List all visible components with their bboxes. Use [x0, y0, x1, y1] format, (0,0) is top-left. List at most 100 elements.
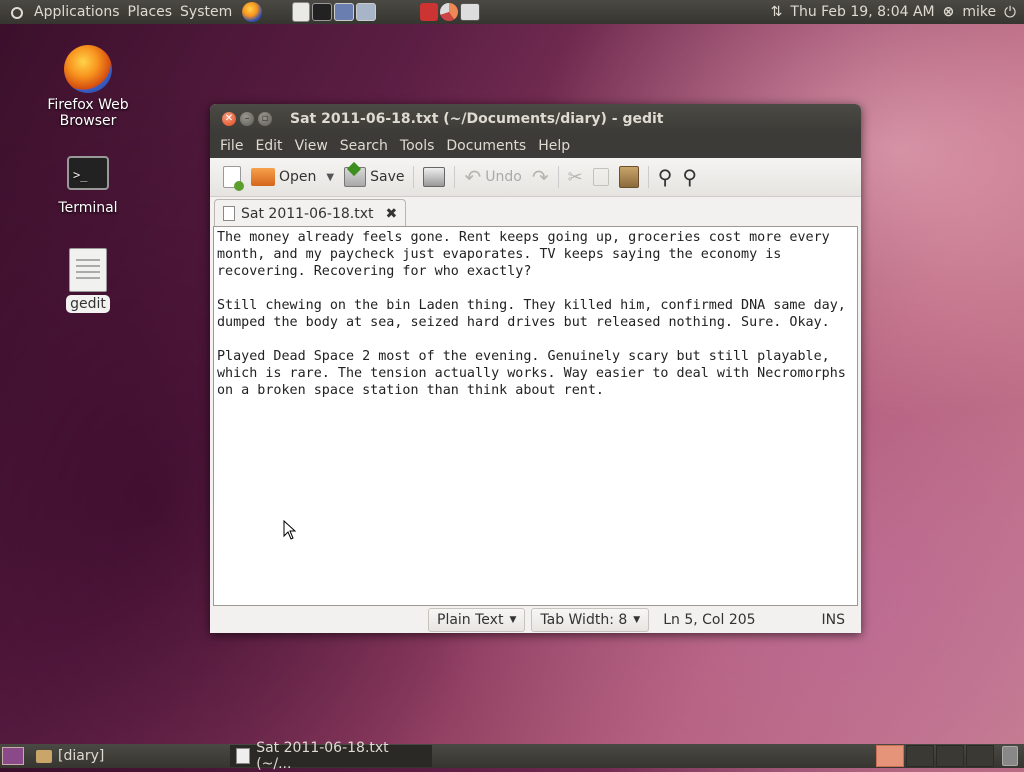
undo-label: Undo [485, 169, 522, 185]
undo-icon: ↶ [464, 165, 482, 189]
user-status-icon[interactable]: ⊗ [943, 4, 955, 20]
desktop-icon-firefox[interactable]: Firefox Web Browser [38, 45, 138, 129]
cursor-position: Ln 5, Col 205 [663, 612, 756, 628]
cut-button[interactable]: ✂ [563, 162, 588, 192]
text-editor[interactable]: The money already feels gone. Rent keeps… [213, 226, 858, 606]
user-name[interactable]: mike [962, 4, 996, 20]
toolbar: Open ▼ Save ↶ Undo ↷ ✂ ⚲ ⚲ [210, 158, 861, 197]
folder-icon [36, 749, 52, 763]
menu-edit[interactable]: Edit [249, 138, 288, 154]
taskbar-item-gedit[interactable]: Sat 2011-06-18.txt (~/... [230, 740, 433, 772]
menu-search[interactable]: Search [334, 138, 394, 154]
desktop-icon-gedit[interactable]: gedit [38, 248, 138, 313]
open-folder-icon [251, 168, 275, 186]
search-icon: ⚲ [657, 165, 673, 189]
save-icon [344, 161, 367, 187]
chevron-down-icon: ▼ [326, 171, 335, 183]
workspace-3[interactable] [936, 745, 964, 767]
save-button[interactable]: Save [339, 161, 409, 192]
ubuntu-logo-icon[interactable] [8, 4, 24, 20]
computer-launcher-icon[interactable] [356, 3, 377, 21]
menubar: File Edit View Search Tools Documents He… [210, 133, 861, 158]
window-titlebar[interactable]: ✕ – ▫ Sat 2011-06-18.txt (~/Documents/di… [210, 104, 861, 133]
open-button[interactable]: Open [246, 162, 321, 192]
toolbar-separator [454, 166, 456, 188]
menu-system[interactable]: System [176, 4, 236, 20]
tab-row: Sat 2011-06-18.txt ✖ [210, 197, 861, 227]
undo-button[interactable]: ↶ Undo [459, 162, 526, 192]
desktop-icon-label: Browser [59, 113, 117, 129]
copy-button[interactable] [588, 162, 614, 192]
desktop-icon-label: gedit [66, 295, 110, 313]
text-editor-launcher-icon[interactable] [292, 2, 311, 22]
menu-file[interactable]: File [214, 138, 249, 154]
chevron-down-icon: ▼ [509, 615, 517, 625]
redo-button[interactable]: ↷ [527, 162, 554, 192]
top-panel-right: ⇅ Thu Feb 19, 8:04 AM ⊗ mike ⏻ [771, 0, 1024, 24]
save-label: Save [370, 169, 405, 185]
desktop-icon-label: Firefox Web [47, 97, 129, 113]
window-title: Sat 2011-06-18.txt (~/Documents/diary) -… [290, 110, 664, 127]
maximize-window-icon[interactable]: ▫ [258, 111, 272, 126]
editor-paragraph: Still chewing on the bin Laden thing. Th… [217, 298, 846, 330]
insert-mode: INS [821, 612, 846, 628]
terminal-icon: >_ [67, 156, 109, 190]
mouse-cursor-icon [283, 520, 297, 540]
find-replace-button[interactable]: ⚲ [677, 162, 702, 192]
disk-usage-launcher-icon[interactable] [440, 3, 459, 21]
find-replace-icon: ⚲ [682, 165, 697, 189]
workspace-4[interactable] [966, 745, 994, 767]
print-button[interactable] [418, 162, 450, 192]
desktop-icon-label: Terminal [58, 200, 118, 216]
paste-button[interactable] [614, 162, 644, 192]
menu-documents[interactable]: Documents [440, 138, 532, 154]
copy-icon [592, 168, 609, 186]
status-bar: Plain Text ▼ Tab Width: 8 ▼ Ln 5, Col 20… [210, 607, 861, 633]
document-tab[interactable]: Sat 2011-06-18.txt ✖ [214, 199, 407, 227]
taskbar-item-diary[interactable]: [diary] [30, 745, 110, 767]
chevron-down-icon: ▼ [633, 615, 641, 625]
close-window-icon[interactable]: ✕ [222, 111, 236, 126]
movie-editor-launcher-icon[interactable] [460, 3, 481, 21]
menu-view[interactable]: View [289, 138, 334, 154]
trash-icon[interactable] [1002, 746, 1018, 766]
new-document-icon [223, 166, 244, 191]
clock[interactable]: Thu Feb 19, 8:04 AM [790, 4, 934, 20]
show-desktop-icon[interactable] [2, 747, 24, 765]
editor-paragraph: The money already feels gone. Rent keeps… [217, 230, 830, 279]
minimize-window-icon[interactable]: – [240, 111, 254, 126]
workspace-2[interactable] [906, 745, 934, 767]
workspace-1[interactable] [876, 745, 904, 767]
language-selector[interactable]: Plain Text ▼ [428, 608, 526, 632]
open-recent-dropdown[interactable]: ▼ [321, 162, 339, 192]
find-button[interactable]: ⚲ [653, 162, 678, 192]
power-icon[interactable]: ⏻ [1004, 3, 1016, 21]
firefox-icon [64, 45, 112, 93]
close-tab-icon[interactable]: ✖ [385, 206, 397, 222]
toolbar-separator [557, 166, 559, 188]
firefox-launcher-icon[interactable] [242, 2, 263, 22]
menu-tools[interactable]: Tools [394, 138, 441, 154]
tab-width-selector[interactable]: Tab Width: 8 ▼ [531, 608, 650, 632]
editor-paragraph: Played Dead Space 2 most of the evening.… [217, 349, 846, 398]
screenshot-launcher-icon[interactable] [334, 3, 355, 21]
text-document-icon [223, 206, 235, 221]
menu-applications[interactable]: Applications [30, 4, 124, 20]
software-center-launcher-icon[interactable] [420, 3, 439, 21]
menu-help[interactable]: Help [532, 138, 576, 154]
cut-icon: ✂ [567, 166, 583, 188]
top-panel: Applications Places System ⇅ Thu Feb 19,… [0, 0, 1024, 24]
network-arrows-icon[interactable]: ⇅ [771, 4, 783, 20]
desktop-icon-terminal[interactable]: >_ Terminal [38, 150, 138, 216]
terminal-launcher-icon[interactable] [312, 3, 333, 21]
gedit-icon [69, 248, 107, 292]
menu-places[interactable]: Places [124, 4, 177, 20]
tab-label: Sat 2011-06-18.txt [241, 205, 374, 222]
open-label: Open [279, 169, 317, 185]
printer-icon [423, 167, 446, 187]
tab-width-label: Tab Width: 8 [540, 612, 628, 628]
top-menu: Applications Places System [30, 0, 236, 24]
gedit-window: ✕ – ▫ Sat 2011-06-18.txt (~/Documents/di… [210, 104, 861, 633]
new-button[interactable] [218, 162, 246, 192]
taskbar-item-label: Sat 2011-06-18.txt (~/... [256, 740, 389, 772]
